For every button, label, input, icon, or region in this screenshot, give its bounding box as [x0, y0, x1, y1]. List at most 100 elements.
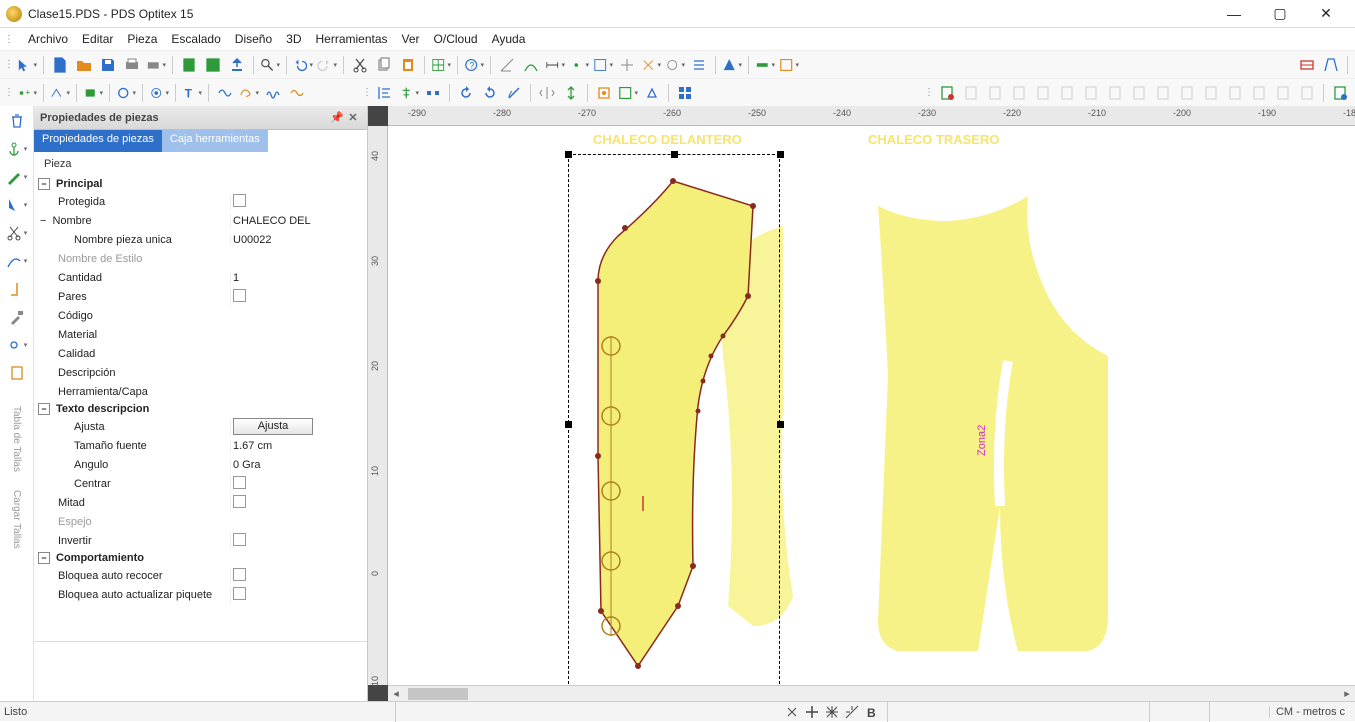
- flip-tool-button[interactable]: [616, 54, 638, 76]
- close-panel-icon[interactable]: ✕: [345, 111, 361, 124]
- menu-editar[interactable]: Editar: [82, 32, 113, 46]
- tab-propiedades[interactable]: Propiedades de piezas: [34, 130, 162, 152]
- checkbox-protegida[interactable]: [233, 194, 246, 207]
- value-angulo[interactable]: 0 Gra: [230, 459, 367, 471]
- view-all-button[interactable]: [674, 82, 696, 104]
- doc-b-button[interactable]: [1329, 82, 1351, 104]
- link-button[interactable]: [5, 334, 29, 356]
- hammer-button[interactable]: [5, 306, 29, 328]
- tab-caja[interactable]: Caja herramientas: [162, 130, 268, 152]
- edit-point-button[interactable]: [5, 166, 29, 188]
- close-button[interactable]: ✕: [1303, 0, 1349, 28]
- layout-button[interactable]: [1320, 54, 1342, 76]
- select-tool-button[interactable]: [16, 54, 38, 76]
- split-tool-button[interactable]: [640, 54, 662, 76]
- report-button[interactable]: [5, 362, 29, 384]
- minimize-button[interactable]: —: [1211, 0, 1257, 28]
- menu-diseno[interactable]: Diseño: [235, 32, 272, 46]
- checkbox-pares[interactable]: [233, 289, 246, 302]
- status-icon-2[interactable]: [803, 703, 821, 721]
- help-button[interactable]: ?: [463, 54, 485, 76]
- sine-button[interactable]: [286, 82, 308, 104]
- maximize-button[interactable]: ▢: [1257, 0, 1303, 28]
- menubar[interactable]: ⋮ Archivo Editar Pieza Escalado Diseño 3…: [0, 28, 1355, 50]
- curve-button[interactable]: [5, 250, 29, 272]
- flip-h-button[interactable]: [536, 82, 558, 104]
- doc-a-button[interactable]: [936, 82, 958, 104]
- value-tamano[interactable]: 1.67 cm: [230, 440, 367, 452]
- menu-herramientas[interactable]: Herramientas: [315, 32, 387, 46]
- scissors-button[interactable]: [5, 222, 29, 244]
- pin-icon[interactable]: 📌: [329, 111, 345, 124]
- menu-escalado[interactable]: Escalado: [171, 32, 220, 46]
- export-button[interactable]: X: [202, 54, 224, 76]
- menu-ver[interactable]: Ver: [402, 32, 420, 46]
- resize-handle[interactable]: [565, 421, 572, 428]
- horizontal-scrollbar[interactable]: ◂ ▸: [388, 685, 1355, 701]
- new-button[interactable]: [49, 54, 71, 76]
- value-nombre-unica[interactable]: U00022: [230, 234, 367, 246]
- tab-tallas[interactable]: Tabla de Tallas: [11, 406, 22, 472]
- status-icon-5[interactable]: B: [863, 703, 881, 721]
- import-button[interactable]: [178, 54, 200, 76]
- menu-ocloud[interactable]: O/Cloud: [434, 32, 478, 46]
- resize-handle[interactable]: [565, 151, 572, 158]
- resize-handle[interactable]: [777, 151, 784, 158]
- parallel-tool-button[interactable]: [688, 54, 710, 76]
- align-left-button[interactable]: [374, 82, 396, 104]
- grid-tool-button[interactable]: [430, 54, 452, 76]
- resize-handle[interactable]: [671, 151, 678, 158]
- status-icon-4[interactable]: [843, 703, 861, 721]
- trash-button[interactable]: [5, 110, 29, 132]
- save-button[interactable]: [97, 54, 119, 76]
- merge-tool-button[interactable]: [664, 54, 686, 76]
- zigzag-button[interactable]: [262, 82, 284, 104]
- group-texto[interactable]: −Texto descripcion: [34, 401, 367, 417]
- menu-pieza[interactable]: Pieza: [127, 32, 157, 46]
- checkbox-invertir[interactable]: [233, 533, 246, 546]
- circle-o-button[interactable]: [115, 82, 137, 104]
- print-preview-button[interactable]: [145, 54, 167, 76]
- copy-button[interactable]: [373, 54, 395, 76]
- spiral-button[interactable]: [238, 82, 260, 104]
- menu-ayuda[interactable]: Ayuda: [492, 32, 526, 46]
- curve-tool-button[interactable]: [520, 54, 542, 76]
- node-add-button[interactable]: +: [16, 82, 38, 104]
- grain-button[interactable]: [560, 82, 582, 104]
- properties-grid[interactable]: −Principal Protegida − Nombre CHALECO DE…: [34, 176, 367, 641]
- value-nombre[interactable]: CHALECO DEL: [230, 215, 367, 227]
- checkbox-mitad[interactable]: [233, 495, 246, 508]
- rotate-ccw-button[interactable]: [455, 82, 477, 104]
- rect-piece-button[interactable]: [82, 82, 104, 104]
- measure-tool-button[interactable]: [544, 54, 566, 76]
- checkbox-centrar[interactable]: [233, 476, 246, 489]
- menu-archivo[interactable]: Archivo: [28, 32, 68, 46]
- status-icon-1[interactable]: [783, 703, 801, 721]
- cut-button[interactable]: [349, 54, 371, 76]
- text-button[interactable]: T: [181, 82, 203, 104]
- angle-tool-button[interactable]: [496, 54, 518, 76]
- align-center-button[interactable]: [398, 82, 420, 104]
- print-button[interactable]: [121, 54, 143, 76]
- paste-button[interactable]: [397, 54, 419, 76]
- distribute-button[interactable]: [422, 82, 444, 104]
- connect-button[interactable]: [49, 82, 71, 104]
- size-tool-button[interactable]: [778, 54, 800, 76]
- pen-button[interactable]: [5, 194, 29, 216]
- point-tool-button[interactable]: [568, 54, 590, 76]
- zoom-button[interactable]: [259, 54, 281, 76]
- rotate-angle-button[interactable]: [503, 82, 525, 104]
- ajusta-button[interactable]: Ajusta: [233, 418, 313, 435]
- rotate-cw-button[interactable]: [479, 82, 501, 104]
- group-principal[interactable]: −Principal: [34, 176, 367, 192]
- seam-tool-button[interactable]: [754, 54, 776, 76]
- checkbox-piquete[interactable]: [233, 587, 246, 600]
- target-button[interactable]: [148, 82, 170, 104]
- selection-bounding-box[interactable]: [568, 154, 780, 685]
- value-cantidad[interactable]: 1: [230, 272, 367, 284]
- checkbox-recocer[interactable]: [233, 568, 246, 581]
- anchor-button[interactable]: [5, 138, 29, 160]
- redo-button[interactable]: [316, 54, 338, 76]
- group-comportamiento[interactable]: −Comportamiento: [34, 550, 367, 566]
- outline-button[interactable]: [641, 82, 663, 104]
